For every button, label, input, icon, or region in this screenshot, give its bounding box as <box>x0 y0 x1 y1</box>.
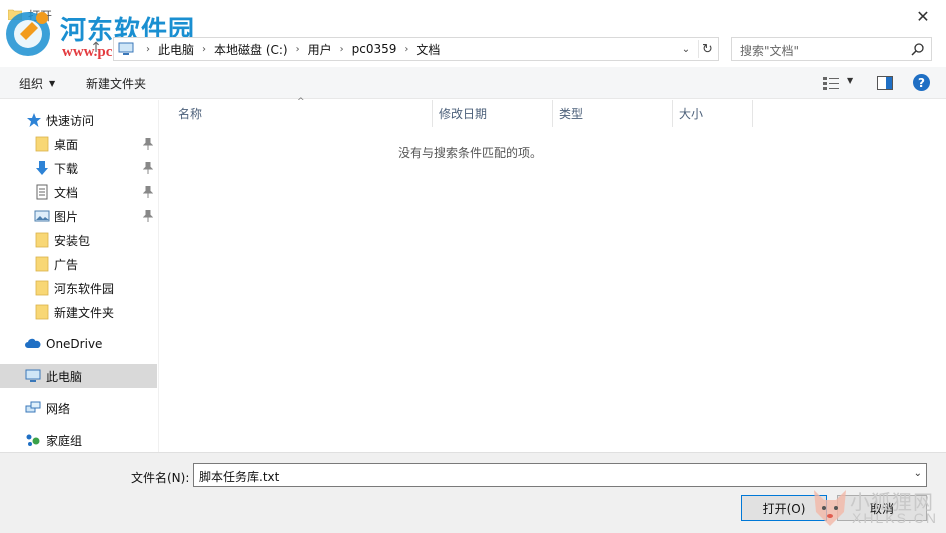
up-arrow-icon[interactable]: ↑ <box>86 38 106 58</box>
computer-icon <box>118 42 134 55</box>
window-title: 打开 <box>28 9 53 23</box>
column-header-type[interactable]: 类型 <box>553 100 673 127</box>
file-list-pane: 名称 ^ 修改日期 类型 大小 没有与搜索条件匹配的项。 <box>160 97 946 452</box>
star-icon <box>27 113 41 127</box>
nav-item-install-packages[interactable]: 安装包 <box>0 228 157 252</box>
pin-icon[interactable] <box>143 186 153 198</box>
breadcrumb-user-folder[interactable]: pc0359 <box>352 42 397 56</box>
column-header-size[interactable]: 大小 <box>673 100 753 127</box>
cancel-button[interactable]: 取消 <box>837 495 927 521</box>
search-input[interactable]: 搜索"文档" <box>731 37 932 61</box>
nav-item-label: 广告 <box>54 257 79 272</box>
nav-item-pictures[interactable]: 图片 <box>0 204 157 228</box>
nav-item-documents[interactable]: 文档 <box>0 180 157 204</box>
navigation-pane: 快速访问 桌面 下载 文档 图片 安装包 广告 河东软件园 新建文件夹 OneD… <box>0 100 158 452</box>
nav-network[interactable]: 网络 <box>0 396 157 420</box>
folder-icon <box>35 280 49 296</box>
breadcrumb-separator[interactable]: › <box>296 44 300 55</box>
organize-menu-button[interactable]: 组织 ▼ <box>19 75 55 92</box>
nav-item-label: 新建文件夹 <box>54 305 115 320</box>
folder-open-icon <box>8 9 22 20</box>
address-history-dropdown-icon[interactable]: ⌄ <box>678 41 694 57</box>
column-modified-label: 修改日期 <box>439 107 488 121</box>
cloud-icon <box>25 338 41 348</box>
command-toolbar: 组织 ▼ 新建文件夹 ▼ ? <box>0 67 946 99</box>
filename-label: 文件名(N): <box>131 471 190 485</box>
download-arrow-icon <box>36 161 48 175</box>
nav-quick-access-label: 快速访问 <box>46 113 95 128</box>
network-icon <box>25 401 41 413</box>
new-folder-button[interactable]: 新建文件夹 <box>86 75 146 92</box>
view-dropdown-icon[interactable]: ▼ <box>847 76 853 85</box>
nav-network-label: 网络 <box>46 401 71 416</box>
navigation-row: ↑ › 此电脑 › 本地磁盘 (C:) › 用户 › pc0359 › 文档 ⌄… <box>0 34 946 62</box>
chevron-down-icon[interactable]: ⌄ <box>914 468 922 479</box>
breadcrumb-separator[interactable]: › <box>340 44 344 55</box>
sort-ascending-icon: ^ <box>297 97 305 107</box>
nav-this-pc[interactable]: 此电脑 <box>0 364 157 388</box>
view-options-icon[interactable] <box>823 76 839 90</box>
folder-icon <box>35 136 49 152</box>
breadcrumb-users[interactable]: 用户 <box>308 41 332 58</box>
filename-combobox[interactable]: 脚本任务库.txt ⌄ <box>193 463 927 487</box>
breadcrumb-separator: › <box>146 43 150 55</box>
nav-homegroup-label: 家庭组 <box>46 433 83 448</box>
breadcrumb-this-pc[interactable]: 此电脑 <box>158 41 194 58</box>
pin-icon[interactable] <box>143 210 153 222</box>
help-icon[interactable]: ? <box>913 74 930 91</box>
folder-icon <box>35 304 49 320</box>
nav-item-label: 安装包 <box>54 233 91 248</box>
organize-label: 组织 <box>19 77 44 91</box>
nav-this-pc-label: 此电脑 <box>46 369 83 384</box>
refresh-icon[interactable]: ↻ <box>698 40 716 58</box>
preview-pane-icon[interactable] <box>877 76 893 90</box>
close-button[interactable]: ✕ <box>900 0 946 32</box>
nav-item-downloads[interactable]: 下载 <box>0 156 157 180</box>
nav-item-label: 下载 <box>54 161 79 176</box>
computer-icon <box>25 369 41 382</box>
folder-icon <box>35 232 49 248</box>
nav-item-label: 图片 <box>54 209 79 224</box>
open-button[interactable]: 打开(O) <box>741 495 827 521</box>
column-header-modified[interactable]: 修改日期 <box>433 100 553 127</box>
column-header-name[interactable]: 名称 ^ <box>160 97 433 127</box>
pane-divider[interactable] <box>158 100 159 452</box>
folder-icon <box>35 256 49 272</box>
breadcrumb-local-disk[interactable]: 本地磁盘 (C:) <box>214 41 288 58</box>
column-size-label: 大小 <box>679 107 704 121</box>
search-icon[interactable] <box>911 42 925 56</box>
empty-results-message: 没有与搜索条件匹配的项。 <box>397 146 542 160</box>
address-bar[interactable]: › 此电脑 › 本地磁盘 (C:) › 用户 › pc0359 › 文档 ⌄ ↻ <box>113 37 719 61</box>
pin-icon[interactable] <box>143 138 153 150</box>
nav-item-label: 文档 <box>54 185 79 200</box>
breadcrumb-documents[interactable]: 文档 <box>416 41 440 58</box>
nav-onedrive-label: OneDrive <box>46 337 103 351</box>
nav-item-new-folder[interactable]: 新建文件夹 <box>0 300 157 324</box>
filename-value: 脚本任务库.txt <box>199 470 280 484</box>
dialog-footer: 文件名(N): 脚本任务库.txt ⌄ 打开(O) 取消 <box>0 452 946 533</box>
nav-item-ads[interactable]: 广告 <box>0 252 157 276</box>
nav-item-desktop[interactable]: 桌面 <box>0 132 157 156</box>
pictures-icon <box>34 210 50 222</box>
nav-homegroup[interactable]: 家庭组 <box>0 428 157 452</box>
pin-icon[interactable] <box>143 162 153 174</box>
nav-quick-access[interactable]: 快速访问 <box>0 108 157 132</box>
nav-item-label: 河东软件园 <box>54 281 115 296</box>
title-bar: 打开 ✕ <box>0 0 946 32</box>
nav-item-label: 桌面 <box>54 137 79 152</box>
document-icon <box>36 184 48 200</box>
breadcrumb-separator[interactable]: › <box>202 44 206 55</box>
column-name-label: 名称 <box>178 107 203 121</box>
homegroup-icon <box>26 434 40 446</box>
search-placeholder: 搜索"文档" <box>740 44 800 58</box>
nav-onedrive[interactable]: OneDrive <box>0 332 157 356</box>
column-type-label: 类型 <box>559 107 584 121</box>
breadcrumb-separator[interactable]: › <box>404 44 408 55</box>
caret-down-icon: ▼ <box>49 79 56 88</box>
nav-item-hedong-software[interactable]: 河东软件园 <box>0 276 157 300</box>
